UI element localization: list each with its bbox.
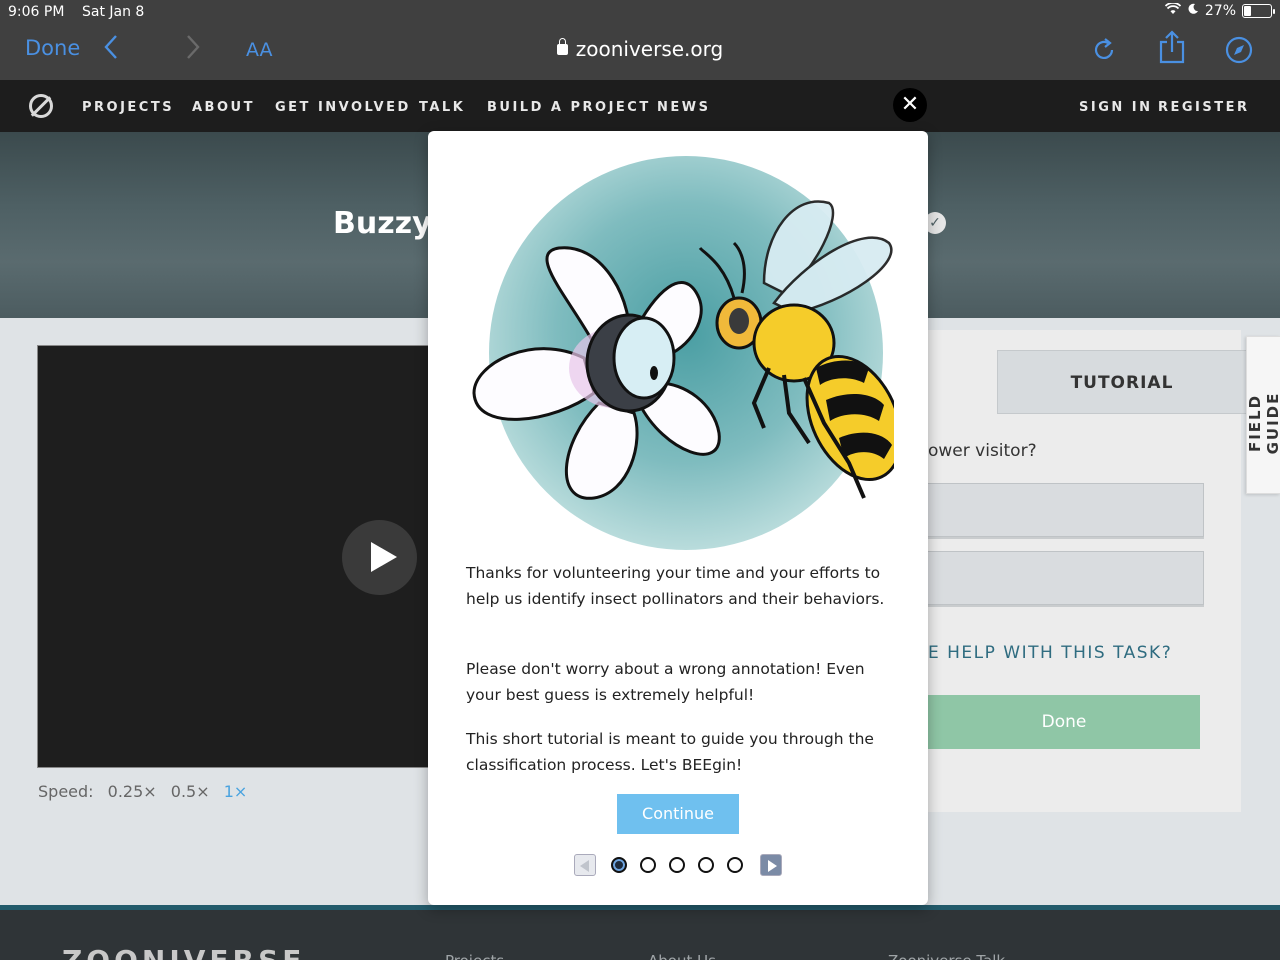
- pager-dot-4[interactable]: [698, 857, 714, 873]
- modal-paragraph-2: Please don't worry about a wrong annotat…: [466, 660, 865, 704]
- battery-percent: 27%: [1204, 3, 1236, 19]
- video-player[interactable]: [37, 345, 437, 768]
- project-title: Buzzy: [333, 206, 432, 241]
- task-done-button[interactable]: Done: [928, 695, 1200, 749]
- status-date: Sat Jan 8: [82, 4, 145, 20]
- compass-icon[interactable]: [1225, 36, 1253, 71]
- field-guide-tab[interactable]: FIELD GUIDE: [1246, 336, 1280, 494]
- nav-about[interactable]: ABOUT: [192, 100, 255, 115]
- reload-icon[interactable]: [1091, 37, 1117, 70]
- status-right: 27%: [1164, 2, 1275, 19]
- bee-flower-illustration: [464, 153, 903, 563]
- site-footer: ZOONIVERSE Projects About Us Zooniverse …: [0, 905, 1280, 960]
- footer-brand[interactable]: ZOONIVERSE: [62, 944, 305, 960]
- speed-option-1[interactable]: 1×: [224, 782, 248, 801]
- speed-option-05[interactable]: 0.5×: [171, 782, 210, 801]
- address-bar[interactable]: zooniverse.org: [0, 37, 1280, 61]
- continue-button[interactable]: Continue: [617, 794, 739, 834]
- url-text: zooniverse.org: [575, 37, 724, 61]
- nav-news[interactable]: NEWS: [657, 100, 710, 115]
- nav-projects[interactable]: PROJECTS: [82, 100, 174, 115]
- moon-icon: [1187, 3, 1199, 19]
- nav-build-a-project[interactable]: BUILD A PROJECT: [487, 100, 651, 115]
- tutorial-modal: Thanks for volunteering your time and yo…: [428, 131, 928, 905]
- footer-link-about[interactable]: About Us: [648, 952, 716, 960]
- pager-dot-3[interactable]: [669, 857, 685, 873]
- nav-register[interactable]: REGISTER: [1158, 100, 1250, 115]
- pager-dot-1[interactable]: [611, 857, 627, 873]
- nav-sign-in[interactable]: SIGN IN: [1079, 100, 1153, 115]
- play-icon[interactable]: [342, 520, 417, 595]
- modal-paragraph-1: Thanks for volunteering your time and yo…: [466, 564, 885, 608]
- nav-talk[interactable]: TALK: [419, 100, 465, 115]
- nav-get-involved[interactable]: GET INVOLVED: [275, 100, 411, 115]
- modal-paragraph-3: This short tutorial is meant to guide yo…: [466, 730, 874, 774]
- field-guide-label: FIELD GUIDE: [1246, 391, 1280, 455]
- wifi-icon: [1164, 2, 1182, 19]
- tutorial-pager: [574, 854, 782, 878]
- answer-option-1[interactable]: [928, 483, 1204, 537]
- speed-label: Speed:: [38, 782, 94, 801]
- site-nav: PROJECTS ABOUT GET INVOLVED TALK BUILD A…: [0, 80, 1280, 132]
- share-icon[interactable]: [1158, 30, 1186, 71]
- tab-tutorial[interactable]: TUTORIAL: [997, 350, 1247, 414]
- footer-link-projects[interactable]: Projects: [445, 952, 504, 960]
- answer-option-2[interactable]: [928, 551, 1204, 605]
- status-time: 9:06 PM: [8, 4, 65, 20]
- task-question: ower visitor?: [928, 441, 1037, 461]
- speed-controls: Speed: 0.25× 0.5× 1×: [38, 782, 256, 801]
- pager-dot-5[interactable]: [727, 857, 743, 873]
- task-help-link[interactable]: E HELP WITH THIS TASK?: [928, 643, 1172, 663]
- close-icon[interactable]: ✕: [893, 88, 927, 122]
- zooniverse-logo-icon[interactable]: [29, 94, 53, 118]
- lock-icon: [556, 38, 568, 55]
- pager-dot-2[interactable]: [640, 857, 656, 873]
- battery-fill: [1244, 6, 1252, 16]
- speed-option-025[interactable]: 0.25×: [108, 782, 157, 801]
- status-bar: 9:06 PM Sat Jan 8 27%: [0, 0, 1280, 24]
- battery-icon: [1242, 4, 1275, 18]
- footer-link-talk[interactable]: Zooniverse Talk: [888, 952, 1005, 960]
- next-step-icon[interactable]: [760, 854, 782, 876]
- browser-toolbar: Done AA zooniverse.org: [0, 24, 1280, 80]
- previous-step-icon[interactable]: [574, 854, 596, 876]
